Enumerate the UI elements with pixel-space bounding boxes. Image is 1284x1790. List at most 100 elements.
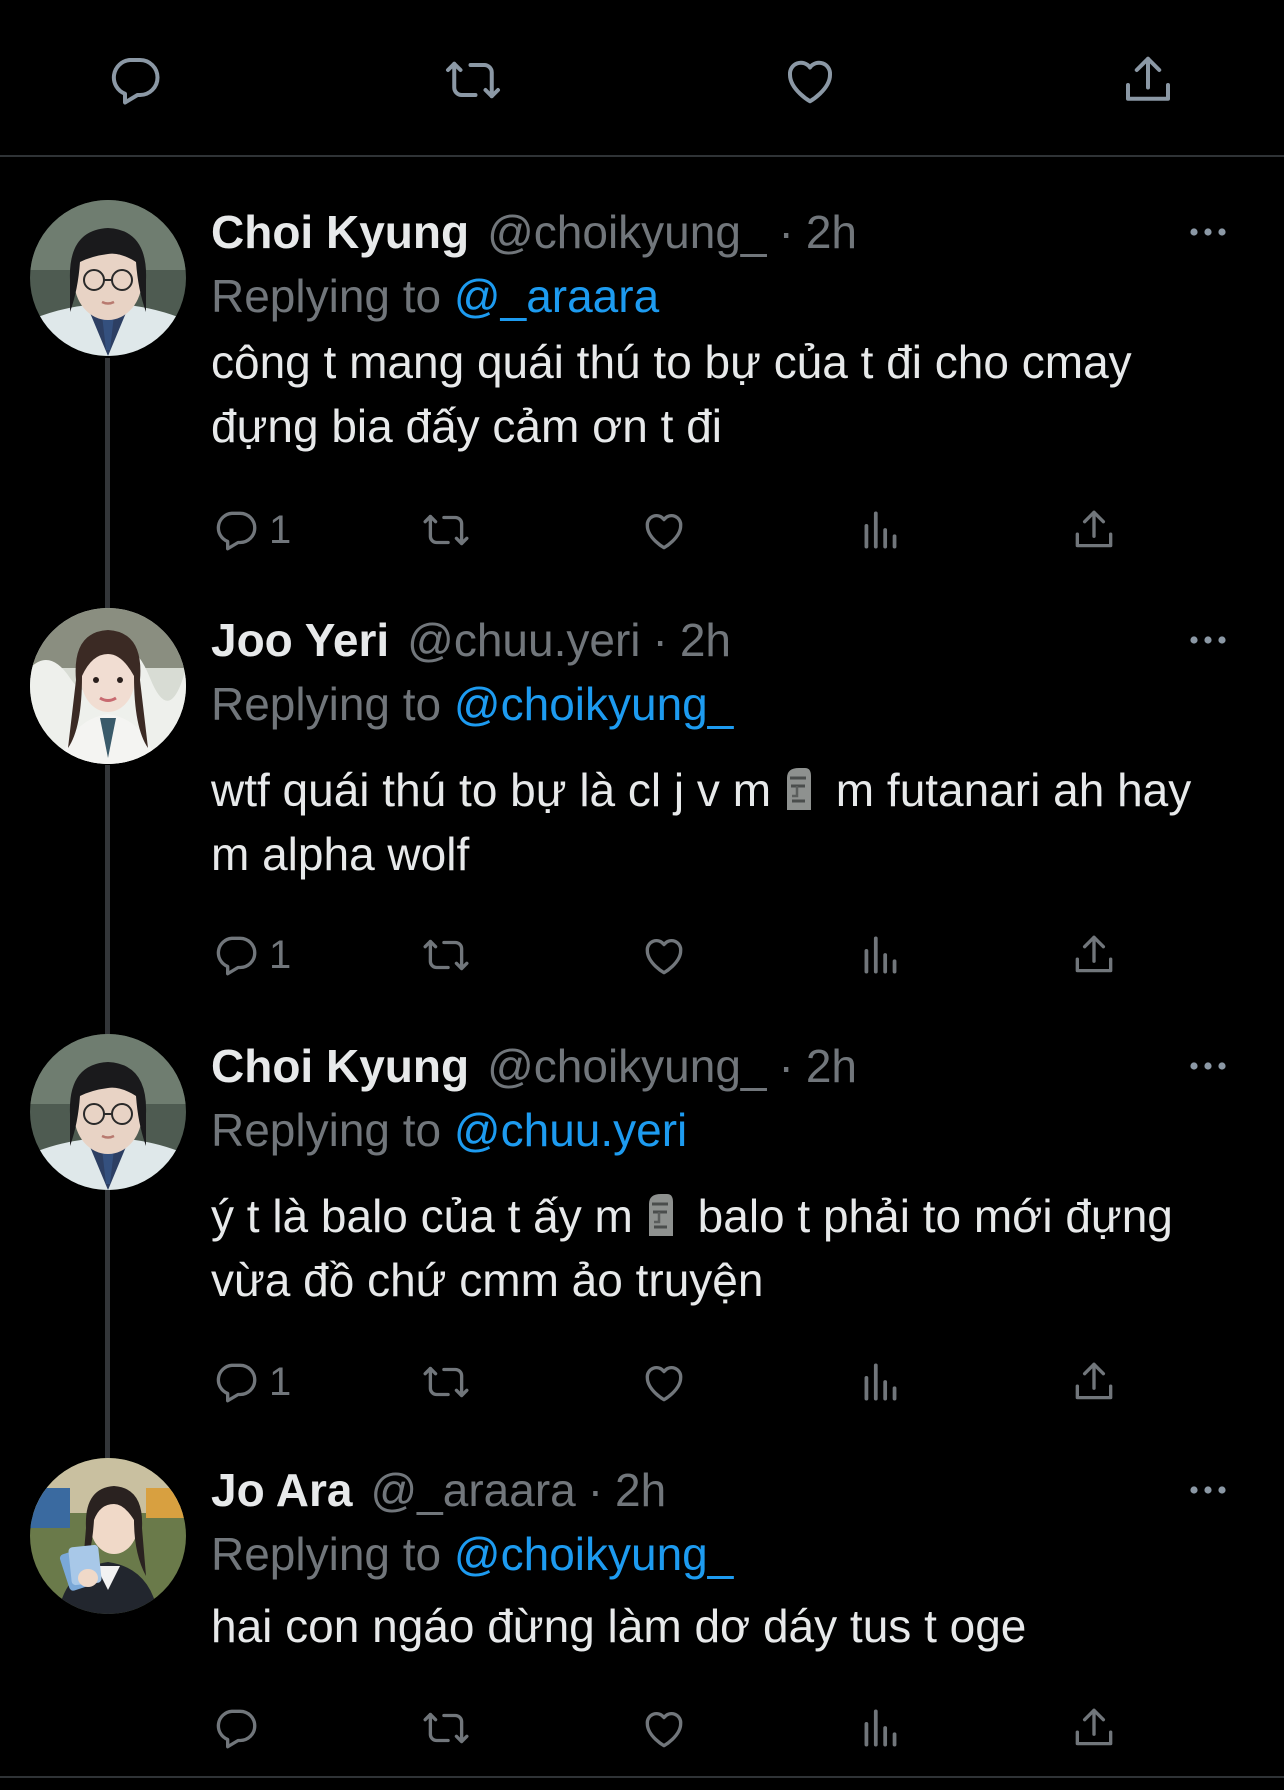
thread-line: [105, 1190, 110, 1460]
like-icon: [639, 1703, 689, 1753]
share-button[interactable]: [1069, 500, 1119, 560]
username[interactable]: @chuu.yeri: [407, 608, 640, 672]
tweet-actions: [211, 1698, 1141, 1758]
like-icon: [639, 1357, 689, 1407]
avatar[interactable]: [30, 200, 186, 356]
username[interactable]: @_araara: [370, 1458, 575, 1522]
timestamp[interactable]: 2h: [806, 1034, 857, 1098]
retweet-icon: [421, 505, 471, 555]
share-icon: [1069, 505, 1119, 555]
reply-button[interactable]: 1: [211, 1352, 291, 1412]
tweet-content: Jo Ara @_araara · 2h Replying to @choiky…: [211, 1458, 1221, 1658]
retweet-icon: [421, 1703, 471, 1753]
reply-count: 1: [269, 507, 292, 552]
tweet-text: ý t là balo của t ấy m balo t phải to mớ…: [211, 1184, 1221, 1312]
timestamp[interactable]: 2h: [615, 1458, 666, 1522]
reply-button[interactable]: 1: [211, 925, 291, 985]
more-options-icon[interactable]: [1188, 224, 1228, 240]
separator: ·: [587, 1464, 604, 1516]
tweet-header: Joo Yeri @chuu.yeri · 2h: [211, 608, 1221, 672]
display-name[interactable]: Jo Ara: [211, 1458, 352, 1522]
timestamp[interactable]: 2h: [680, 608, 731, 672]
replying-to: Replying to @chuu.yeri: [211, 1098, 1221, 1162]
share-icon: [1069, 930, 1119, 980]
display-name[interactable]: Choi Kyung: [211, 1034, 469, 1098]
reply-icon[interactable]: [105, 50, 165, 110]
replying-to: Replying to @_araara: [211, 264, 1221, 328]
stats-icon: [856, 505, 906, 555]
tweet-header: Choi Kyung @choikyung_ · 2h: [211, 1034, 1221, 1098]
stats-icon: [856, 1703, 906, 1753]
mention-link[interactable]: @chuu.yeri: [454, 1104, 687, 1156]
replying-to: Replying to @choikyung_: [211, 672, 1221, 736]
share-button[interactable]: [1069, 1352, 1119, 1412]
divider: [0, 1776, 1284, 1778]
views-button[interactable]: [856, 500, 906, 560]
display-name[interactable]: Choi Kyung: [211, 200, 469, 264]
moai-emoji: [639, 1192, 679, 1238]
avatar[interactable]: [30, 608, 186, 764]
views-button[interactable]: [856, 925, 906, 985]
like-icon: [639, 505, 689, 555]
more-options-icon[interactable]: [1188, 632, 1228, 648]
tweet-text: hai con ngáo đừng làm dơ dáy tus t oge: [211, 1594, 1221, 1658]
top-action-bar: [0, 0, 1284, 157]
tweet-text-part: công t mang quái thú to bự của t đi cho …: [211, 336, 1132, 452]
mention-link[interactable]: @choikyung_: [454, 1528, 733, 1580]
retweet-button[interactable]: [421, 500, 471, 560]
retweet-button[interactable]: [421, 1698, 471, 1758]
mention-link[interactable]: @choikyung_: [454, 678, 733, 730]
retweet-icon[interactable]: [443, 50, 503, 110]
tweet-content: Choi Kyung @choikyung_ · 2h Replying to …: [211, 200, 1221, 458]
like-button[interactable]: [639, 1698, 689, 1758]
display-name[interactable]: Joo Yeri: [211, 608, 389, 672]
avatar[interactable]: [30, 1034, 186, 1190]
share-icon[interactable]: [1118, 50, 1178, 110]
reply-button[interactable]: [211, 1698, 269, 1758]
like-button[interactable]: [639, 1352, 689, 1412]
thread-line: [105, 765, 110, 1035]
like-button[interactable]: [639, 925, 689, 985]
tweet-content: Joo Yeri @chuu.yeri · 2h Replying to @ch…: [211, 608, 1221, 886]
thread-line: [105, 358, 110, 608]
tweet-header: Choi Kyung @choikyung_ · 2h: [211, 200, 1221, 264]
share-icon: [1069, 1357, 1119, 1407]
tweet-text-part: hai con ngáo đừng làm dơ dáy tus t oge: [211, 1600, 1027, 1652]
replying-to-label: Replying to: [211, 1528, 442, 1580]
more-options-icon[interactable]: [1188, 1482, 1228, 1498]
retweet-button[interactable]: [421, 1352, 471, 1412]
share-button[interactable]: [1069, 1698, 1119, 1758]
replying-to-label: Replying to: [211, 1104, 442, 1156]
share-button[interactable]: [1069, 925, 1119, 985]
tweet-text: wtf quái thú to bự là cl j v m m futanar…: [211, 758, 1221, 886]
stats-icon: [856, 930, 906, 980]
reply-count: 1: [269, 932, 292, 977]
tweet-content: Choi Kyung @choikyung_ · 2h Replying to …: [211, 1034, 1221, 1312]
retweet-icon: [421, 930, 471, 980]
timestamp[interactable]: 2h: [806, 200, 857, 264]
views-button[interactable]: [856, 1698, 906, 1758]
tweet-actions: 1: [211, 925, 1141, 985]
views-button[interactable]: [856, 1352, 906, 1412]
like-icon[interactable]: [780, 50, 840, 110]
username[interactable]: @choikyung_: [487, 200, 766, 264]
tweet-actions: 1: [211, 500, 1141, 560]
retweet-button[interactable]: [421, 925, 471, 985]
tweet-text-part: ý t là balo của t ấy m: [211, 1190, 633, 1242]
avatar[interactable]: [30, 1458, 186, 1614]
separator: ·: [778, 206, 794, 258]
reply-count: 1: [269, 1359, 292, 1404]
like-icon: [639, 930, 689, 980]
reply-icon: [211, 1703, 261, 1753]
tweet-text: công t mang quái thú to bự của t đi cho …: [211, 330, 1221, 458]
mention-link[interactable]: @_araara: [454, 270, 659, 322]
username[interactable]: @choikyung_: [487, 1034, 766, 1098]
more-options-icon[interactable]: [1188, 1058, 1228, 1074]
replying-to: Replying to @choikyung_: [211, 1522, 1221, 1586]
like-button[interactable]: [639, 500, 689, 560]
tweet-text-part: wtf quái thú to bự là cl j v m: [211, 764, 772, 816]
retweet-icon: [421, 1357, 471, 1407]
reply-icon: [211, 1357, 261, 1407]
reply-button[interactable]: 1: [211, 500, 291, 560]
replying-to-label: Replying to: [211, 270, 442, 322]
